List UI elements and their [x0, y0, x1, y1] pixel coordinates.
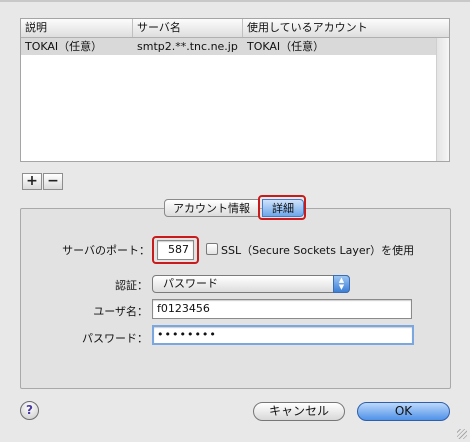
- table-scrollbar[interactable]: [436, 38, 449, 161]
- minus-icon: −: [47, 173, 59, 189]
- column-header-description[interactable]: 説明: [21, 19, 133, 37]
- username-input[interactable]: f0123456: [152, 299, 412, 319]
- password-label: パスワード：: [82, 332, 148, 345]
- port-label: サーバのポート：: [62, 244, 150, 257]
- smtp-server-table[interactable]: 説明 サーバ名 使用しているアカウント TOKAI（任意） smtp2.**.t…: [20, 18, 450, 162]
- ssl-label: SSL（Secure Sockets Layer）を使用: [221, 244, 415, 257]
- window-top-edge: [0, 0, 470, 2]
- password-input[interactable]: ••••••••: [152, 325, 414, 345]
- ssl-checkbox[interactable]: [206, 243, 218, 255]
- up-down-arrows-icon: ▲ ▼: [333, 275, 350, 293]
- remove-server-button[interactable]: −: [43, 173, 63, 190]
- resize-grip[interactable]: [457, 429, 467, 439]
- port-input[interactable]: 587: [157, 240, 194, 260]
- cancel-button[interactable]: キャンセル: [253, 402, 345, 421]
- column-header-account[interactable]: 使用しているアカウント: [243, 19, 449, 37]
- tab-account-info[interactable]: アカウント情報: [164, 199, 259, 217]
- auth-popup[interactable]: パスワード ▲ ▼: [152, 275, 350, 293]
- cell-server-name: smtp2.**.tnc.ne.jp: [137, 40, 238, 53]
- auth-value: パスワード: [163, 277, 218, 290]
- ok-button[interactable]: OK: [357, 402, 450, 421]
- table-header: 説明 サーバ名 使用しているアカウント: [21, 19, 449, 38]
- highlight-ring-advanced-tab: [258, 195, 306, 220]
- help-icon: ?: [26, 403, 33, 417]
- column-header-server-name[interactable]: サーバ名: [133, 19, 243, 37]
- help-button[interactable]: ?: [20, 401, 39, 420]
- plus-icon: +: [26, 173, 38, 189]
- cell-description: TOKAI（任意）: [25, 40, 103, 53]
- add-server-button[interactable]: +: [22, 173, 42, 190]
- table-row[interactable]: TOKAI（任意） smtp2.**.tnc.ne.jp TOKAI（任意）: [21, 38, 437, 55]
- username-label: ユーザ名：: [93, 305, 148, 318]
- auth-label: 認証：: [115, 279, 148, 292]
- cell-account: TOKAI（任意）: [247, 40, 325, 53]
